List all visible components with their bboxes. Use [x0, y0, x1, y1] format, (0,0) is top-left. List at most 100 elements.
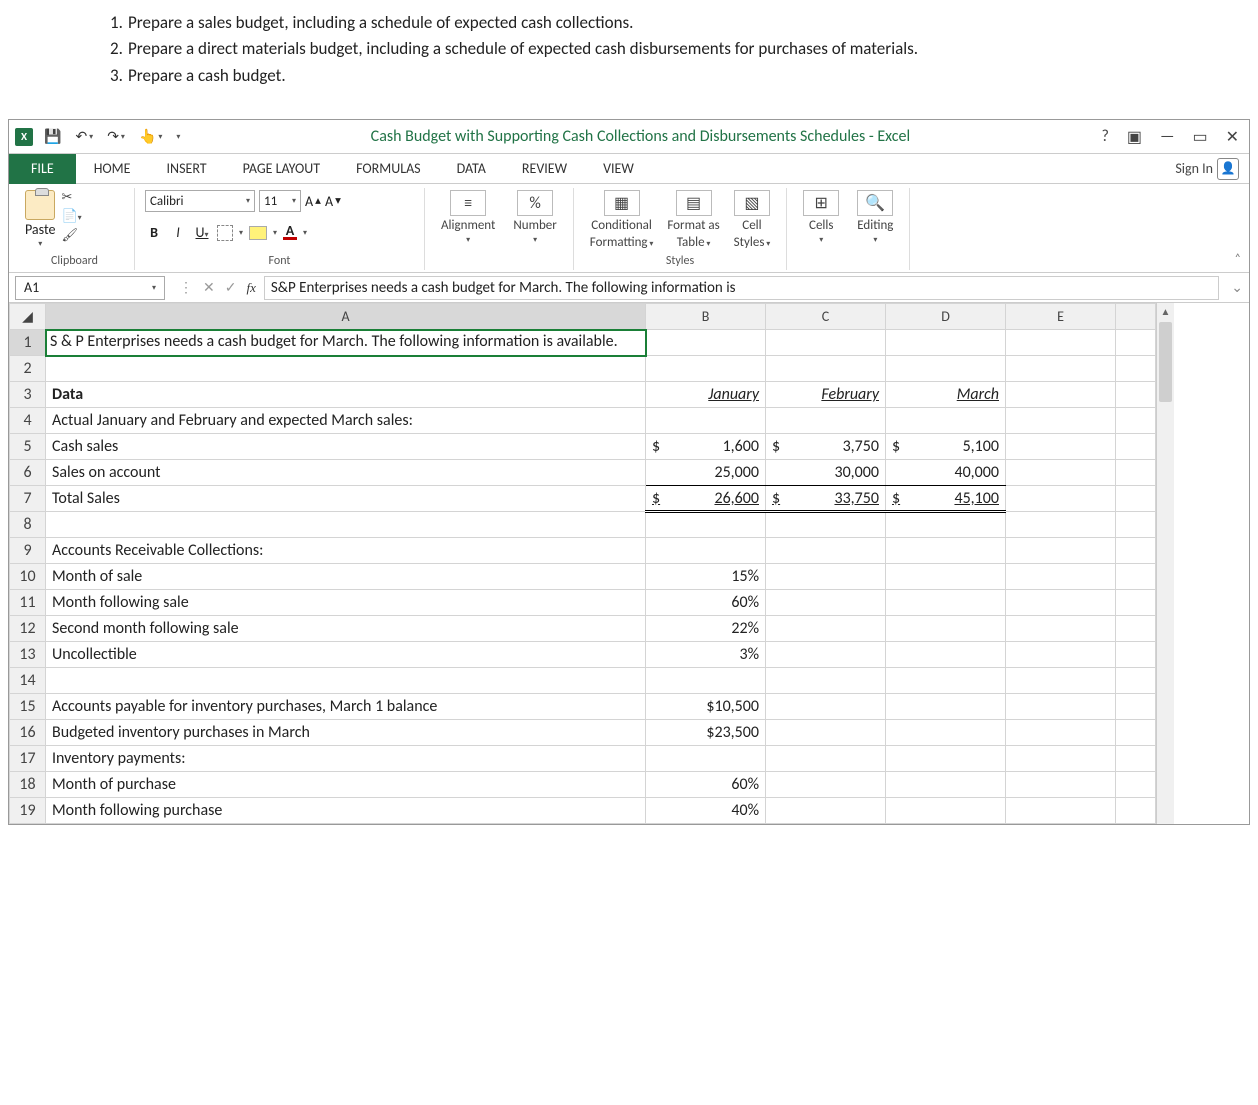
- undo-button[interactable]: ↶▾: [72, 128, 96, 145]
- bold-button[interactable]: B: [145, 224, 163, 241]
- row-5-header[interactable]: 5: [10, 434, 46, 460]
- conditional-formatting-button[interactable]: ▦ Conditional Formatting ▾: [584, 190, 660, 250]
- spreadsheet-grid[interactable]: ◢ A B C D E 1 S & P Enterprises needs a …: [9, 303, 1156, 824]
- cell-B1[interactable]: [646, 330, 766, 356]
- cell-E1[interactable]: [1006, 330, 1116, 356]
- ribbon-options-button[interactable]: ▣: [1123, 127, 1146, 147]
- insert-function-button[interactable]: fx: [246, 280, 255, 296]
- cell-A15[interactable]: Accounts payable for inventory purchases…: [46, 694, 646, 720]
- cell-D5[interactable]: $5,100: [886, 434, 1006, 460]
- redo-button[interactable]: ↷▾: [104, 128, 128, 145]
- cell-A17[interactable]: Inventory payments:: [46, 746, 646, 772]
- cell-B3[interactable]: January: [646, 382, 766, 408]
- borders-button[interactable]: [217, 225, 233, 241]
- row-8-header[interactable]: 8: [10, 512, 46, 538]
- cell-D7[interactable]: $45,100: [886, 486, 1006, 512]
- formula-menu-icon[interactable]: ⋮: [179, 279, 193, 296]
- tab-view[interactable]: VIEW: [585, 154, 652, 184]
- scroll-thumb[interactable]: [1159, 322, 1172, 402]
- row-12-header[interactable]: 12: [10, 616, 46, 642]
- format-painter-button[interactable]: 🖌: [61, 228, 81, 243]
- tab-formulas[interactable]: FORMULAS: [338, 154, 439, 184]
- cell-A16[interactable]: Budgeted inventory purchases in March: [46, 720, 646, 746]
- cell-styles-button[interactable]: ▧ Cell Styles ▾: [728, 190, 777, 250]
- cell-D3[interactable]: March: [886, 382, 1006, 408]
- alignment-button[interactable]: ≡ Alignment▾: [435, 190, 501, 245]
- cell-A18[interactable]: Month of purchase: [46, 772, 646, 798]
- col-D-header[interactable]: D: [886, 304, 1006, 330]
- font-name-combo[interactable]: Calibri▾: [145, 190, 255, 212]
- cell-A19[interactable]: Month following purchase: [46, 798, 646, 824]
- save-icon[interactable]: 💾: [41, 128, 64, 145]
- cancel-formula-button[interactable]: ✕: [203, 279, 215, 296]
- cell-C5[interactable]: $3,750: [766, 434, 886, 460]
- cut-button[interactable]: ✂: [61, 190, 81, 205]
- cell-B12[interactable]: 22%: [646, 616, 766, 642]
- row-15-header[interactable]: 15: [10, 694, 46, 720]
- cell-A9[interactable]: Accounts Receivable Collections:: [46, 538, 646, 564]
- tab-page-layout[interactable]: PAGE LAYOUT: [225, 154, 338, 184]
- vertical-scrollbar[interactable]: ▲: [1156, 303, 1174, 824]
- cell-B7[interactable]: $26,600: [646, 486, 766, 512]
- tab-data[interactable]: DATA: [439, 154, 504, 184]
- cell-C1[interactable]: [766, 330, 886, 356]
- grow-font-button[interactable]: A▴: [305, 193, 321, 210]
- row-3-header[interactable]: 3: [10, 382, 46, 408]
- cell-C3[interactable]: February: [766, 382, 886, 408]
- cell-A5[interactable]: Cash sales: [46, 434, 646, 460]
- scroll-up-icon[interactable]: ▲: [1159, 303, 1173, 320]
- row-6-header[interactable]: 6: [10, 460, 46, 486]
- row-4-header[interactable]: 4: [10, 408, 46, 434]
- font-color-button[interactable]: A: [283, 225, 297, 239]
- col-F-header[interactable]: [1116, 304, 1156, 330]
- cell-D6[interactable]: 40,000: [886, 460, 1006, 486]
- tab-file[interactable]: FILE: [9, 154, 76, 184]
- row-1-header[interactable]: 1: [10, 330, 46, 356]
- row-11-header[interactable]: 11: [10, 590, 46, 616]
- col-A-header[interactable]: A: [46, 304, 646, 330]
- fill-color-button[interactable]: [249, 226, 267, 240]
- enter-formula-button[interactable]: ✓: [225, 279, 237, 296]
- underline-button[interactable]: U▾: [193, 224, 211, 241]
- cell-B10[interactable]: 15%: [646, 564, 766, 590]
- cell-B16[interactable]: $23,500: [646, 720, 766, 746]
- col-E-header[interactable]: E: [1006, 304, 1116, 330]
- touch-mode-button[interactable]: 👆▾: [136, 128, 165, 145]
- cell-A4[interactable]: Actual January and February and expected…: [46, 408, 646, 434]
- editing-button[interactable]: 🔍 Editing▾: [851, 190, 899, 245]
- cell-B15[interactable]: $10,500: [646, 694, 766, 720]
- qat-customize-button[interactable]: ▾: [173, 132, 183, 142]
- col-B-header[interactable]: B: [646, 304, 766, 330]
- formula-bar[interactable]: S&P Enterprises needs a cash budget for …: [264, 276, 1219, 300]
- close-button[interactable]: ✕: [1222, 127, 1243, 147]
- col-C-header[interactable]: C: [766, 304, 886, 330]
- cell-B6[interactable]: 25,000: [646, 460, 766, 486]
- cell-A3[interactable]: Data: [46, 382, 646, 408]
- row-9-header[interactable]: 9: [10, 538, 46, 564]
- row-2-header[interactable]: 2: [10, 356, 46, 382]
- cell-A6[interactable]: Sales on account: [46, 460, 646, 486]
- cell-A12[interactable]: Second month following sale: [46, 616, 646, 642]
- expand-formula-bar-button[interactable]: ⌄: [1225, 279, 1249, 296]
- name-box[interactable]: A1▾: [15, 276, 165, 300]
- row-10-header[interactable]: 10: [10, 564, 46, 590]
- cell-B13[interactable]: 3%: [646, 642, 766, 668]
- cell-A7[interactable]: Total Sales: [46, 486, 646, 512]
- paste-button[interactable]: Paste ▾: [25, 190, 55, 249]
- format-as-table-button[interactable]: ▤ Format as Table ▾: [661, 190, 725, 250]
- collapse-ribbon-button[interactable]: ˄: [1235, 252, 1241, 266]
- tab-home[interactable]: HOME: [76, 154, 149, 184]
- cell-B19[interactable]: 40%: [646, 798, 766, 824]
- tab-review[interactable]: REVIEW: [504, 154, 585, 184]
- select-all-corner[interactable]: ◢: [10, 304, 46, 330]
- cell-B18[interactable]: 60%: [646, 772, 766, 798]
- cell-B11[interactable]: 60%: [646, 590, 766, 616]
- row-7-header[interactable]: 7: [10, 486, 46, 512]
- minimize-button[interactable]: —: [1156, 127, 1178, 146]
- row-17-header[interactable]: 17: [10, 746, 46, 772]
- restore-button[interactable]: ▭: [1188, 127, 1211, 147]
- cells-button[interactable]: ⊞ Cells▾: [797, 190, 845, 245]
- copy-button[interactable]: 📄▾: [61, 209, 81, 224]
- cell-C7[interactable]: $33,750: [766, 486, 886, 512]
- cell-A10[interactable]: Month of sale: [46, 564, 646, 590]
